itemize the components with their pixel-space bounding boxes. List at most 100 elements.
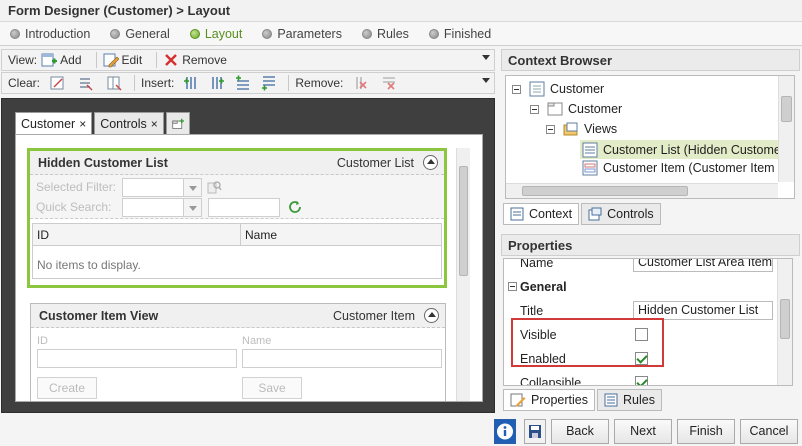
tree-node-customer[interactable]: Customer [512, 81, 604, 97]
collapse-node-icon[interactable] [530, 104, 539, 114]
toolbar-dropdown-icon[interactable] [482, 55, 490, 60]
property-section-general[interactable]: General [504, 275, 776, 299]
cancel-button[interactable]: Cancel [740, 419, 798, 444]
collapse-icon[interactable] [424, 308, 439, 323]
name-input[interactable] [242, 349, 442, 368]
scrollbar-thumb[interactable] [459, 166, 468, 276]
property-label: Title [520, 304, 544, 318]
clear-cell-icon[interactable] [50, 75, 66, 91]
tab-label: Rules [622, 393, 655, 407]
tree-horizontal-scrollbar[interactable] [506, 183, 778, 198]
list-table: ID Name No items to display. [32, 223, 442, 279]
column-header-name[interactable]: Name [245, 228, 277, 242]
collapse-node-icon[interactable] [546, 124, 555, 134]
close-tab-icon[interactable]: × [79, 117, 86, 131]
scrollbar-thumb[interactable] [522, 186, 688, 196]
tree-node-customer-form[interactable]: Customer [530, 101, 622, 117]
tab-controls[interactable]: Controls × [94, 112, 164, 135]
filter-icon[interactable] [206, 179, 222, 195]
step-general[interactable]: General [110, 27, 170, 41]
info-button[interactable] [494, 419, 516, 444]
tab-properties[interactable]: Properties [503, 389, 595, 411]
clear-label: Clear: [8, 76, 41, 90]
filter-area: Selected Filter: Quick Search: [30, 175, 444, 219]
tab-context[interactable]: Context [503, 203, 580, 225]
toolbar-dropdown-icon[interactable] [482, 78, 490, 83]
step-label: Finished [443, 26, 492, 41]
quick-search-input[interactable] [208, 198, 280, 217]
toolbar-separator [288, 75, 290, 91]
insert-column-left-icon[interactable] [183, 75, 199, 91]
selected-filter-combo[interactable] [122, 178, 202, 197]
next-button[interactable]: Next [614, 419, 672, 444]
add-tab-icon [172, 118, 184, 129]
hidden-customer-list-view[interactable]: Hidden Customer List Customer List Selec… [27, 148, 447, 288]
properties-scrollbar[interactable] [777, 259, 792, 385]
tree-vertical-scrollbar[interactable] [778, 76, 794, 182]
add-view-button[interactable]: Add [41, 52, 82, 68]
id-input[interactable] [37, 349, 237, 368]
quick-search-combo[interactable] [122, 198, 202, 217]
step-indicator-icon [110, 28, 121, 39]
step-layout[interactable]: Layout [189, 27, 242, 41]
column-header-id[interactable]: ID [37, 228, 49, 242]
remove-column-icon[interactable] [353, 75, 369, 91]
window-title: Form Designer (Customer) > Layout [0, 0, 802, 22]
step-introduction[interactable]: Introduction [10, 27, 90, 41]
step-parameters[interactable]: Parameters [262, 27, 342, 41]
collapsible-checkbox[interactable] [635, 376, 648, 385]
edit-view-button[interactable]: Edit [103, 52, 142, 68]
step-label: Parameters [277, 26, 342, 41]
step-finished[interactable]: Finished [428, 26, 492, 41]
scrollbar-thumb[interactable] [781, 96, 792, 122]
highlight-box [511, 318, 664, 367]
step-label: Introduction [25, 26, 91, 41]
empty-list-message: No items to display. [37, 258, 141, 272]
remove-row-icon[interactable] [381, 75, 397, 91]
scrollbar-thumb[interactable] [780, 299, 790, 339]
tree-node-views[interactable]: Views [546, 121, 617, 137]
add-tab-button[interactable] [165, 112, 190, 135]
customer-item-view[interactable]: Customer Item View Customer Item ID Name… [30, 303, 446, 401]
context-browser-tabs: Context Controls [503, 203, 663, 225]
name-value-input[interactable]: Customer List Area Item [633, 259, 773, 272]
collapse-node-icon[interactable] [512, 84, 521, 94]
page-scrollbar[interactable] [456, 148, 470, 401]
step-indicator-icon [262, 28, 273, 39]
insert-row-above-icon[interactable] [235, 75, 251, 91]
refresh-icon[interactable] [287, 200, 303, 216]
property-row-name: Name Customer List Area Item [504, 259, 776, 275]
form-icon [547, 102, 563, 116]
clear-column-icon[interactable] [106, 75, 122, 91]
remove-x-icon [165, 54, 178, 66]
tree-label: Customer Item (Customer Item [603, 161, 775, 175]
save-button[interactable]: Save [242, 377, 302, 399]
name-label: Name [242, 335, 272, 347]
view-header: Customer Item View Customer Item [31, 304, 445, 328]
properties-icon [510, 393, 526, 407]
remove-view-button[interactable]: Remove [163, 52, 227, 68]
collapse-section-icon[interactable] [508, 282, 517, 291]
tree-node-customer-list[interactable]: Customer List (Hidden Customer [580, 140, 794, 159]
collapse-icon[interactable] [423, 155, 438, 170]
tab-controls-browser[interactable]: Controls [581, 203, 661, 225]
property-label: Collapsible [520, 376, 582, 386]
step-indicator-icon [10, 28, 20, 39]
tab-customer[interactable]: Customer × [15, 112, 93, 135]
step-rules[interactable]: Rules [361, 27, 409, 41]
insert-row-below-icon[interactable] [261, 75, 277, 91]
save-draft-button[interactable] [524, 419, 546, 444]
back-button[interactable]: Back [551, 419, 609, 444]
view-toolbar: View: Add Edit Remove [1, 49, 495, 71]
tab-rules[interactable]: Rules [596, 389, 662, 411]
close-tab-icon[interactable]: × [151, 117, 158, 131]
create-button[interactable]: Create [37, 377, 97, 399]
controls-icon [588, 207, 602, 221]
insert-column-right-icon[interactable] [209, 75, 225, 91]
finish-button[interactable]: Finish [677, 419, 735, 444]
tree-label: Customer [550, 82, 605, 96]
edit-view-icon [103, 53, 119, 68]
clear-row-icon[interactable] [78, 75, 94, 91]
info-icon [497, 423, 513, 440]
tree-node-customer-item[interactable]: Customer Item (Customer Item [582, 160, 775, 176]
